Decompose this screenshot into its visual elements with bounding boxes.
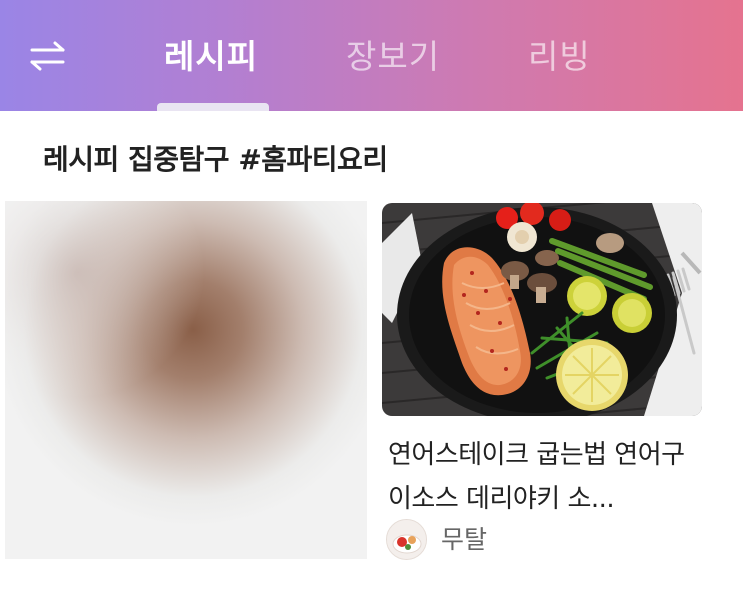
recipe-card-blurred[interactable] xyxy=(5,201,367,559)
tab-shopping[interactable]: 장보기 xyxy=(346,32,440,82)
swap-arrows-icon[interactable] xyxy=(28,38,68,74)
top-nav-bar: 레시피 장보기 리빙 xyxy=(0,0,743,111)
blurred-food-image xyxy=(5,201,367,559)
salmon-steak-plate-photo xyxy=(382,203,702,416)
recipe-card-image[interactable] xyxy=(382,203,702,416)
section-title: 레시피 집중탐구 #홈파티요리 xyxy=(43,143,388,176)
recipe-title[interactable]: 연어스테이크 굽는법 연어구이소스 데리야키 소... xyxy=(388,433,698,521)
author-avatar[interactable] xyxy=(386,519,427,560)
active-tab-indicator xyxy=(157,103,269,111)
tab-living[interactable]: 리빙 xyxy=(528,32,591,82)
food-avatar-icon xyxy=(387,520,426,559)
author-name[interactable]: 무탈 xyxy=(441,522,487,558)
tab-recipe[interactable]: 레시피 xyxy=(164,32,258,82)
